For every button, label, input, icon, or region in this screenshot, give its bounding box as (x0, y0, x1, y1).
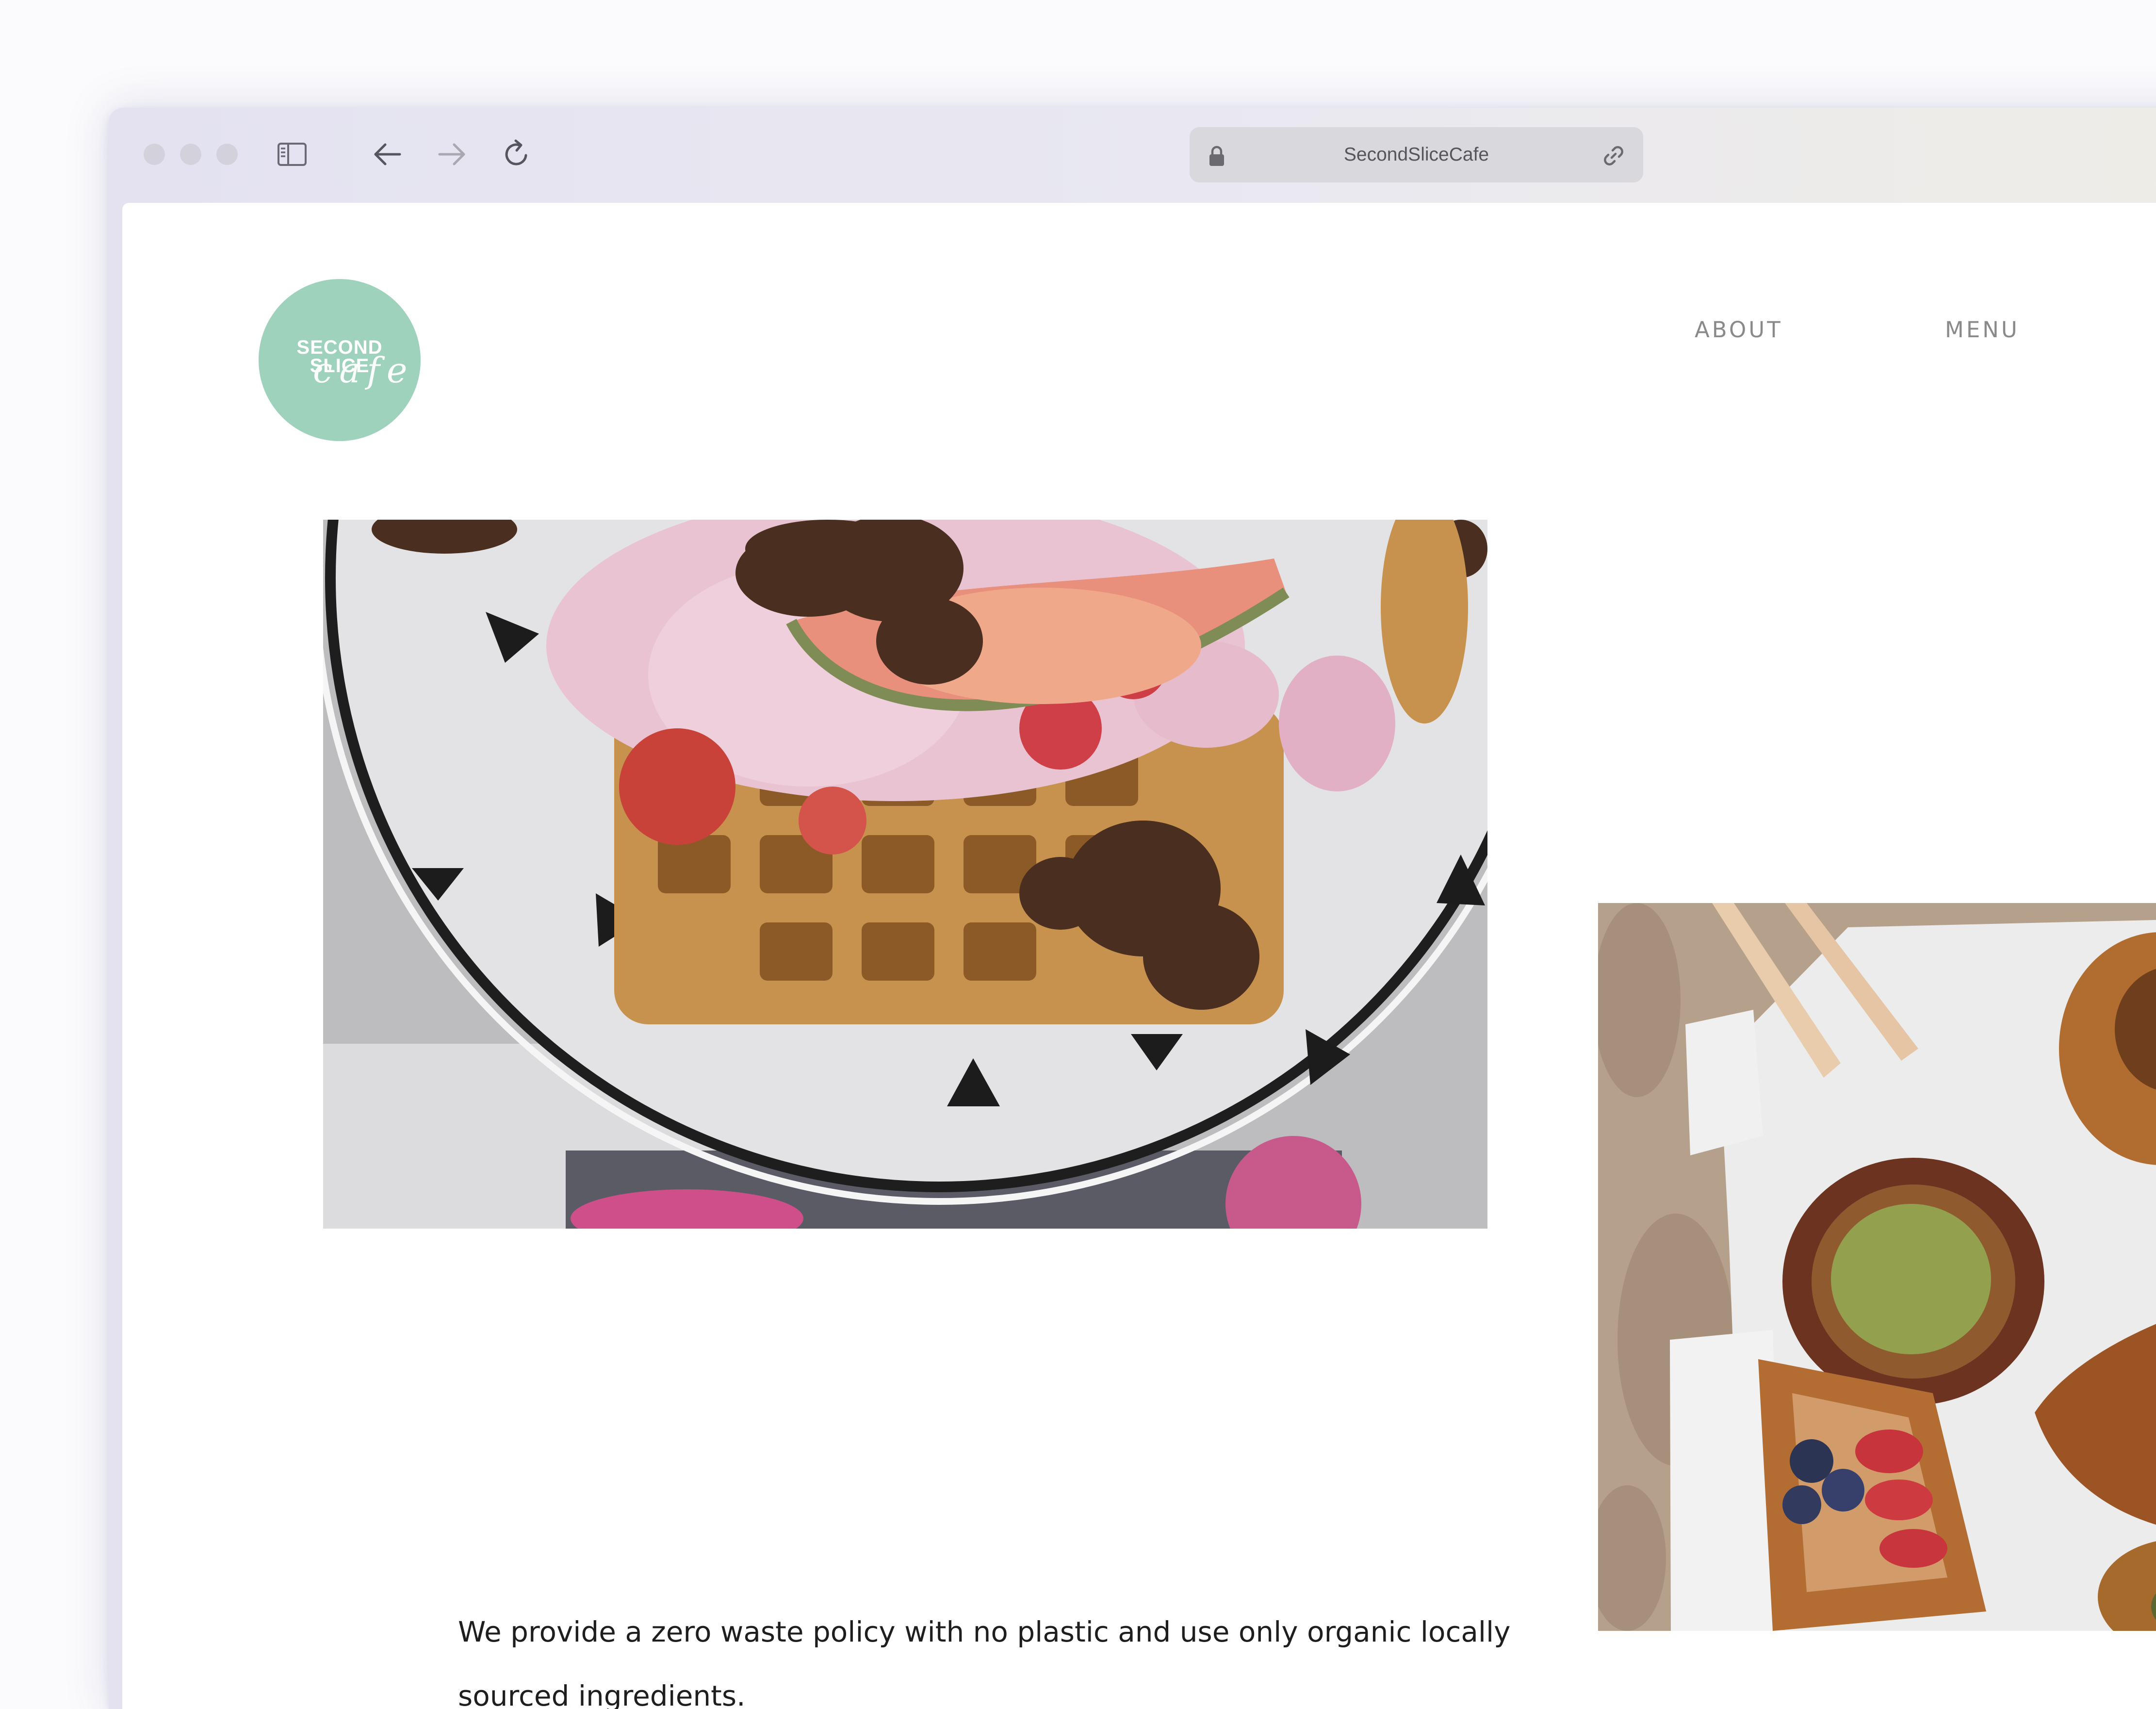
address-bar[interactable]: SecondSliceCafe (1190, 127, 1643, 182)
window-zoom-button[interactable] (216, 144, 238, 165)
nav-about-link[interactable]: ABOUT (1695, 317, 1783, 343)
browser-window: SecondSliceCafe SECOND SLICE cafe ABOUT … (109, 108, 2156, 1709)
window-close-button[interactable] (144, 144, 165, 165)
url-text: SecondSliceCafe (1343, 144, 1489, 165)
reload-icon[interactable] (500, 137, 535, 172)
window-minimize-button[interactable] (180, 144, 201, 165)
logo-script-cafe: cafe (313, 350, 414, 391)
zero-waste-description: We provide a zero waste policy with no p… (458, 1615, 1511, 1709)
pastries-image (1598, 903, 2156, 1631)
share-link-icon[interactable] (1601, 143, 1627, 169)
back-arrow-icon[interactable] (370, 137, 405, 172)
web-page: SECOND SLICE cafe ABOUT MENU We provide … (122, 203, 2156, 1709)
nav-menu-link[interactable]: MENU (1945, 317, 2020, 343)
sidebar-toggle-icon[interactable] (275, 137, 310, 172)
hero-waffle-image (323, 520, 1487, 1229)
forward-arrow-icon[interactable] (435, 137, 470, 172)
cafe-logo[interactable]: SECOND SLICE cafe (259, 279, 421, 441)
